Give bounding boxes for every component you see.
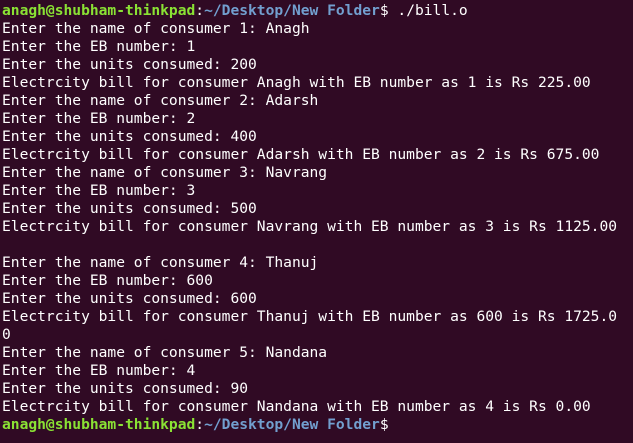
active-prompt-line[interactable]: anagh@shubham-thinkpad:~/Desktop/New Fol… [2,416,633,434]
output-line: Enter the EB number: 4 [2,362,196,379]
prompt-command: ./bill.o [388,2,468,19]
prompt-dollar: $ [379,416,389,433]
prompt-path: ~/Desktop/New Folder [204,416,380,433]
output-line: Enter the units consumed: 500 [2,200,257,217]
output-line: Enter the EB number: 2 [2,110,196,127]
output-line: Electrcity bill for consumer Anagh with … [2,74,591,91]
output-line: Enter the name of consumer 1: Anagh [2,20,310,37]
output-line: Enter the EB number: 600 [2,272,213,289]
terminal-window[interactable]: anagh@shubham-thinkpad:~/Desktop/New Fol… [0,0,633,443]
output-line: Electrcity bill for consumer Thanuj with… [2,308,618,325]
output-line: Enter the EB number: 1 [2,38,196,55]
prompt-path: ~/Desktop/New Folder [204,2,380,19]
prompt-user-host: anagh@shubham-thinkpad [2,2,196,19]
output-line: Enter the name of consumer 2: Adarsh [2,92,319,109]
output-line: Enter the name of consumer 3: Navrang [2,164,328,181]
output-line: Enter the EB number: 3 [2,182,196,199]
prompt-user-host: anagh@shubham-thinkpad [2,416,196,433]
output-line: Enter the name of consumer 4: Thanuj [2,254,319,271]
command-prompt-line: anagh@shubham-thinkpad:~/Desktop/New Fol… [2,2,633,20]
output-line: Enter the units consumed: 200 [2,56,257,73]
output-line: Enter the units consumed: 400 [2,128,257,145]
output-line: 0 [2,326,11,343]
prompt-colon: : [195,416,205,433]
prompt-colon: : [195,2,205,19]
output-line: Enter the units consumed: 90 [2,380,249,397]
output-line: Electrcity bill for consumer Navrang wit… [2,218,618,235]
output-line: Electrcity bill for consumer Nandana wit… [2,398,591,415]
prompt-dollar: $ [379,2,389,19]
output-line: Enter the units consumed: 600 [2,290,257,307]
output-line: Enter the name of consumer 5: Nandana [2,344,328,361]
output-line: Electrcity bill for consumer Adarsh with… [2,146,600,163]
